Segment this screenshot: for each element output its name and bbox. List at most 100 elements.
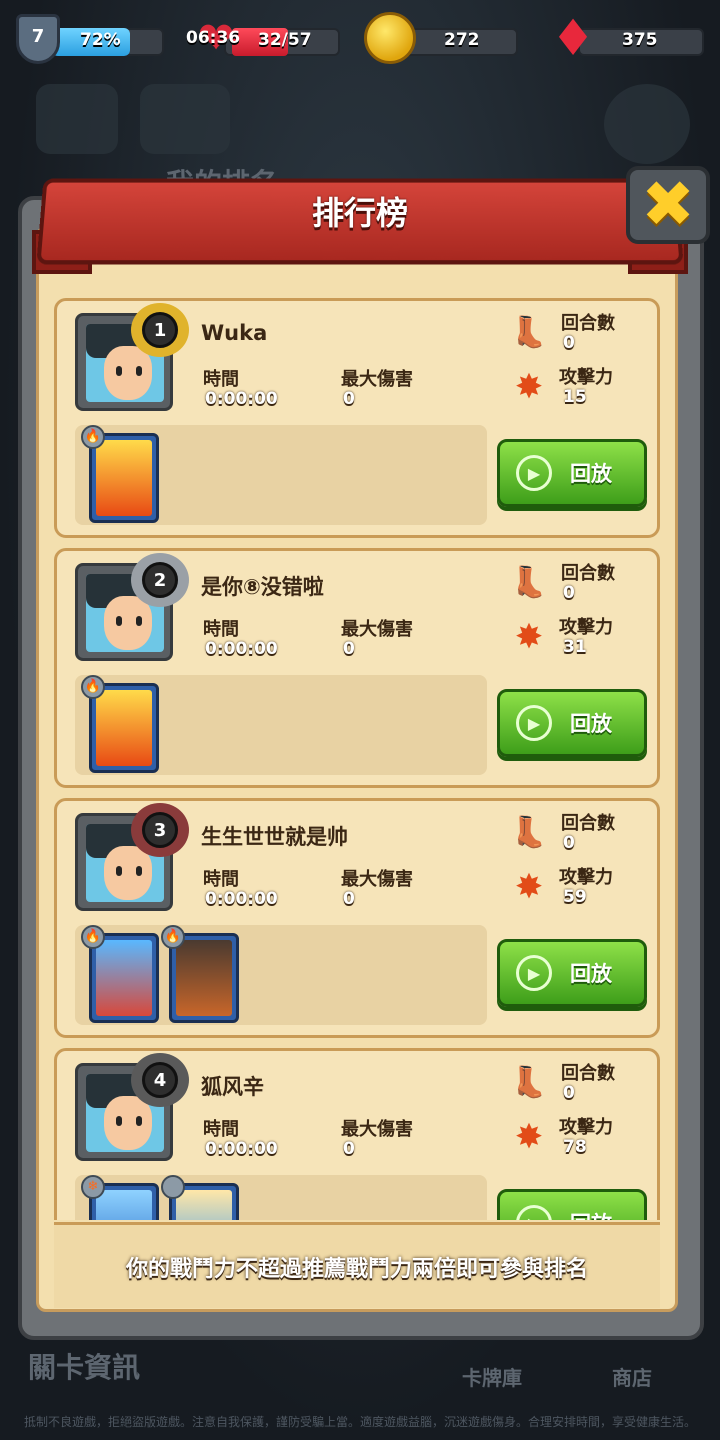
- rounds-value: 0: [563, 583, 575, 603]
- hero-card-art: [176, 940, 232, 1016]
- rounds-value: 0: [563, 833, 575, 853]
- leaderboard-entry: 4狐风辛時間0:00:00最大傷害0👢回合數0✸攻擊力78❄▶回放: [54, 1048, 660, 1220]
- element-badge-icon: 🔥: [161, 925, 185, 949]
- time-value: 0:00:00: [205, 889, 278, 909]
- leaderboard-entry: 3 生生世世就是帅 時間 0:00:00 最大傷害 0 👢 回合數 0 ✸ 攻擊力 59 🔥 🔥 ▶ 回放: [54, 798, 660, 1038]
- attack-sword-icon: ✸: [507, 1115, 551, 1159]
- top-hud: 7 72% ❤ 06:36 32/57 272 ♦ 375: [0, 12, 720, 72]
- modal-title: 排行榜: [0, 188, 720, 234]
- time-label: 時間: [203, 365, 239, 391]
- attack-sword-icon: ✸: [507, 365, 551, 409]
- mail-icon: [36, 84, 118, 154]
- max-damage-label: 最大傷害: [341, 365, 413, 391]
- time-label: 時間: [203, 1115, 239, 1141]
- max-damage-label: 最大傷害: [341, 615, 413, 641]
- rounds-label: 回合數: [561, 309, 615, 335]
- boot-icon: 👢: [509, 315, 549, 351]
- rank-number: 3: [154, 820, 167, 841]
- shop-label: 商店: [612, 1362, 652, 1391]
- health-notice: 抵制不良遊戲，拒絕盜版遊戲。注意自我保護，謹防受騙上當。適度遊戲益腦，沉迷遊戲傷…: [0, 1413, 720, 1430]
- max-damage-value: 0: [343, 639, 355, 659]
- play-icon: ▶: [516, 705, 552, 741]
- attack-label: 攻擊力: [559, 1113, 613, 1139]
- xp-percent: 72%: [80, 30, 121, 50]
- leaderboard-list[interactable]: 1 Wuka 時間 0:00:00 最大傷害 0 👢 回合數 0 ✸ 攻擊力 15 🔥 ▶ 回放 2 是你⑧没错…: [54, 292, 660, 1220]
- element-badge-icon: 🔥: [81, 425, 105, 449]
- attack-value: 31: [563, 637, 587, 657]
- replay-label: 回放: [570, 1208, 612, 1220]
- rank-number: 4: [154, 1070, 167, 1091]
- element-badge-icon: 🔥: [81, 925, 105, 949]
- attack-label: 攻擊力: [559, 863, 613, 889]
- attack-sword-icon: ✸: [507, 615, 551, 659]
- rank-medal-icon: 3: [131, 803, 189, 857]
- rounds-value: 0: [563, 333, 575, 353]
- hero-card-slots: 🔥: [75, 425, 487, 525]
- hero-card-slots: 🔥 🔥: [75, 925, 487, 1025]
- time-label: 時間: [203, 615, 239, 641]
- attack-value: 78: [563, 1137, 587, 1157]
- close-icon: ✖: [641, 173, 695, 237]
- stage-info-label: 關卡資訊: [28, 1346, 140, 1386]
- hero-card-slots: 🔥: [75, 675, 487, 775]
- time-value: 0:00:00: [205, 639, 278, 659]
- max-damage-value: 0: [343, 389, 355, 409]
- max-damage-label: 最大傷害: [341, 865, 413, 891]
- replay-label: 回放: [570, 958, 612, 988]
- player-name: 生生世世就是帅: [201, 821, 348, 851]
- boot-icon: 👢: [509, 1065, 549, 1101]
- hero-card-art: [96, 690, 152, 766]
- energy-count: 32/57: [258, 30, 312, 50]
- boot-icon: 👢: [509, 565, 549, 601]
- hero-card-art: [96, 940, 152, 1016]
- attack-value: 59: [563, 887, 587, 907]
- attack-label: 攻擊力: [559, 613, 613, 639]
- level-shield-icon[interactable]: 7: [16, 14, 60, 64]
- hero-card-slots: ❄: [75, 1175, 487, 1220]
- ranking-rule-text: 你的戰鬥力不超過推薦戰鬥力兩倍即可參與排名: [126, 1251, 588, 1283]
- replay-button[interactable]: ▶ 回放: [497, 689, 647, 757]
- rank-number: 2: [154, 570, 167, 591]
- rank-medal-icon: 1: [131, 303, 189, 357]
- player-name: 狐风辛: [201, 1071, 264, 1101]
- attack-sword-icon: ✸: [507, 865, 551, 909]
- time-value: 0:00:00: [205, 1139, 278, 1159]
- gem-icon[interactable]: ♦: [545, 12, 601, 64]
- play-icon: ▶: [516, 1205, 552, 1220]
- rank-medal-icon: 2: [131, 553, 189, 607]
- element-badge-icon: ❄: [81, 1175, 105, 1199]
- max-damage-value: 0: [343, 889, 355, 909]
- replay-button[interactable]: ▶ 回放: [497, 1189, 647, 1220]
- coin-count: 272: [444, 30, 480, 50]
- player-name: 是你⑧没错啦: [201, 571, 324, 601]
- attack-label: 攻擊力: [559, 363, 613, 389]
- replay-button[interactable]: ▶ 回放: [497, 939, 647, 1007]
- rank-number: 1: [154, 320, 167, 341]
- ranking-rule-note: 你的戰鬥力不超過推薦戰鬥力兩倍即可參與排名: [54, 1222, 660, 1308]
- play-icon: ▶: [516, 955, 552, 991]
- replay-label: 回放: [570, 708, 612, 738]
- rounds-label: 回合數: [561, 559, 615, 585]
- energy-timer: 06:36: [186, 28, 240, 48]
- rounds-label: 回合數: [561, 1059, 615, 1085]
- rank-medal-icon: 4: [131, 1053, 189, 1107]
- attack-value: 15: [563, 387, 587, 407]
- time-label: 時間: [203, 865, 239, 891]
- gem-count: 375: [622, 30, 658, 50]
- max-damage-value: 0: [343, 1139, 355, 1159]
- settings-gear-icon: [604, 84, 690, 164]
- coin-icon[interactable]: [364, 12, 416, 64]
- leaderboard-entry: 1 Wuka 時間 0:00:00 最大傷害 0 👢 回合數 0 ✸ 攻擊力 15 🔥 ▶ 回放: [54, 298, 660, 538]
- card-library-label: 卡牌庫: [462, 1362, 522, 1391]
- boot-icon: 👢: [509, 815, 549, 851]
- time-value: 0:00:00: [205, 389, 278, 409]
- replay-label: 回放: [570, 458, 612, 488]
- hero-card-art: [96, 440, 152, 516]
- replay-button[interactable]: ▶ 回放: [497, 439, 647, 507]
- rounds-label: 回合數: [561, 809, 615, 835]
- close-button[interactable]: ✖: [626, 166, 710, 244]
- quest-icon: [140, 84, 230, 154]
- player-name: Wuka: [201, 321, 267, 345]
- leaderboard-entry: 2 是你⑧没错啦 時間 0:00:00 最大傷害 0 👢 回合數 0 ✸ 攻擊力 31 🔥 ▶ 回放: [54, 548, 660, 788]
- max-damage-label: 最大傷害: [341, 1115, 413, 1141]
